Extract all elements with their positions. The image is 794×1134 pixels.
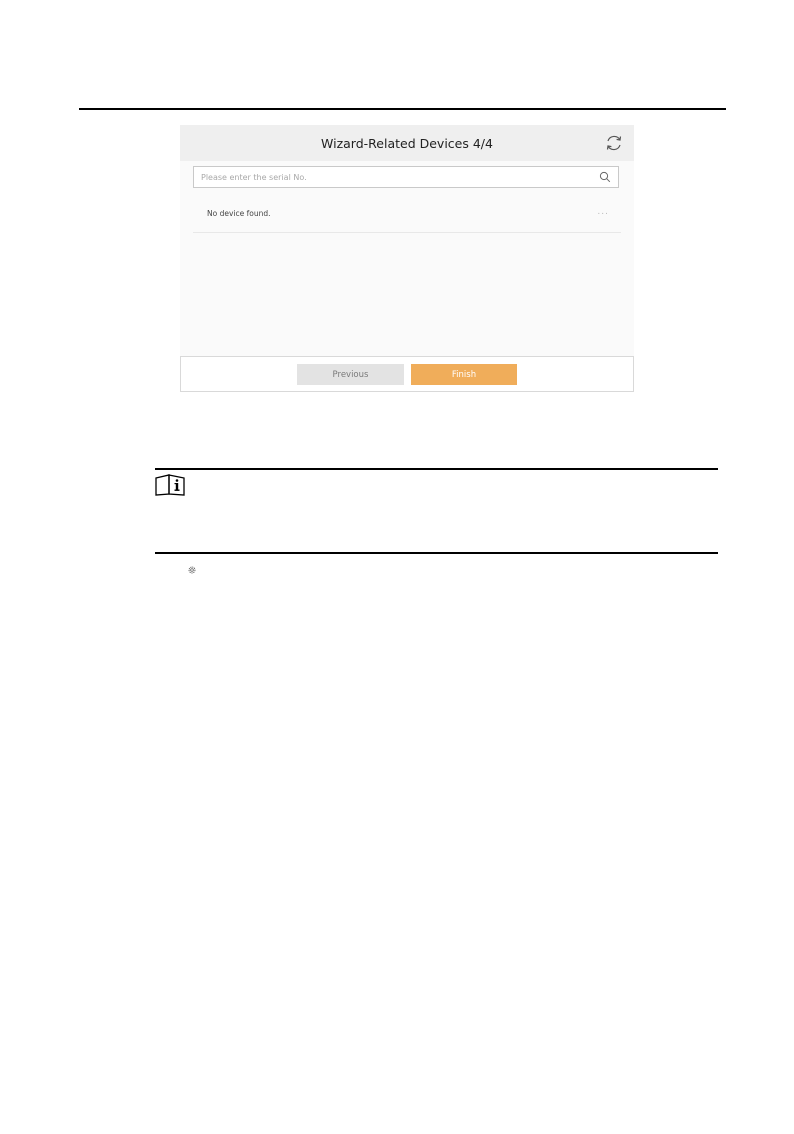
note-bottom-rule [155, 552, 718, 554]
empty-message: No device found. [207, 209, 271, 218]
serial-search-input[interactable] [201, 169, 581, 185]
more-icon[interactable]: ... [597, 207, 609, 217]
refresh-icon[interactable] [604, 133, 624, 153]
page-header-rule [79, 108, 726, 110]
wizard-header: Wizard-Related Devices 4/4 [180, 125, 634, 161]
note-book-info-icon [155, 474, 185, 496]
previous-button[interactable]: Previous [297, 364, 404, 385]
wizard-title: Wizard-Related Devices 4/4 [321, 135, 493, 151]
gear-icon [188, 566, 196, 574]
wizard-footer: Previous Finish [180, 356, 634, 392]
device-list-empty-row: No device found. ... [193, 201, 621, 233]
wizard-dialog: Wizard-Related Devices 4/4 No device fou… [180, 125, 634, 392]
serial-search-field[interactable] [193, 166, 619, 188]
note-top-rule [155, 468, 718, 470]
search-icon[interactable] [599, 171, 611, 183]
finish-button[interactable]: Finish [411, 364, 517, 385]
